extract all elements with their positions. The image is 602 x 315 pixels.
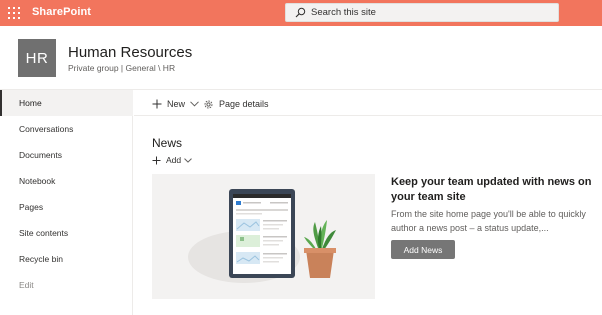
news-add-button[interactable]: Add — [152, 155, 192, 165]
nav-item-conversations[interactable]: Conversations — [0, 116, 133, 142]
app-brand-link[interactable]: SharePoint — [32, 6, 91, 18]
add-news-button[interactable]: Add News — [391, 240, 455, 259]
search-icon — [295, 7, 306, 18]
site-logo[interactable]: HR — [18, 39, 56, 77]
nav-item-notebook[interactable]: Notebook — [0, 168, 133, 194]
chevron-down-icon — [184, 157, 192, 163]
news-illustration — [152, 174, 375, 299]
nav-item-site-contents[interactable]: Site contents — [0, 220, 133, 246]
search-input[interactable] — [311, 5, 551, 20]
chevron-down-icon — [190, 101, 199, 107]
plus-icon — [152, 156, 161, 164]
tablet-plant-illustration — [188, 189, 336, 283]
nav-item-pages[interactable]: Pages — [0, 194, 133, 220]
command-bar: New Page details — [134, 90, 602, 116]
site-title[interactable]: Human Resources — [68, 44, 192, 61]
nav-item-recycle-bin[interactable]: Recycle bin — [0, 246, 133, 272]
news-section-title: News — [152, 136, 183, 150]
gear-icon — [204, 100, 213, 108]
plus-icon — [152, 99, 162, 109]
nav-edit-link[interactable]: Edit — [0, 272, 133, 298]
nav-item-home[interactable]: Home — [0, 90, 133, 116]
page-details-button[interactable]: Page details — [203, 97, 269, 111]
site-meta: Private group | General \ HR — [68, 63, 176, 73]
nav-item-documents[interactable]: Documents — [0, 142, 133, 168]
site-search-box[interactable] — [285, 3, 559, 22]
news-promo-title: Keep your team updated with news on your… — [391, 176, 592, 203]
app-launcher-icon[interactable] — [8, 7, 20, 19]
page-details-label: Page details — [219, 99, 269, 109]
new-button[interactable]: New — [152, 97, 199, 111]
news-add-label: Add — [166, 155, 182, 165]
left-navigation: Home Conversations Documents Notebook Pa… — [0, 90, 133, 315]
suite-bar: SharePoint — [0, 0, 602, 26]
news-promo-description: From the site home page you'll be able t… — [391, 209, 586, 233]
new-button-label: New — [167, 99, 186, 109]
